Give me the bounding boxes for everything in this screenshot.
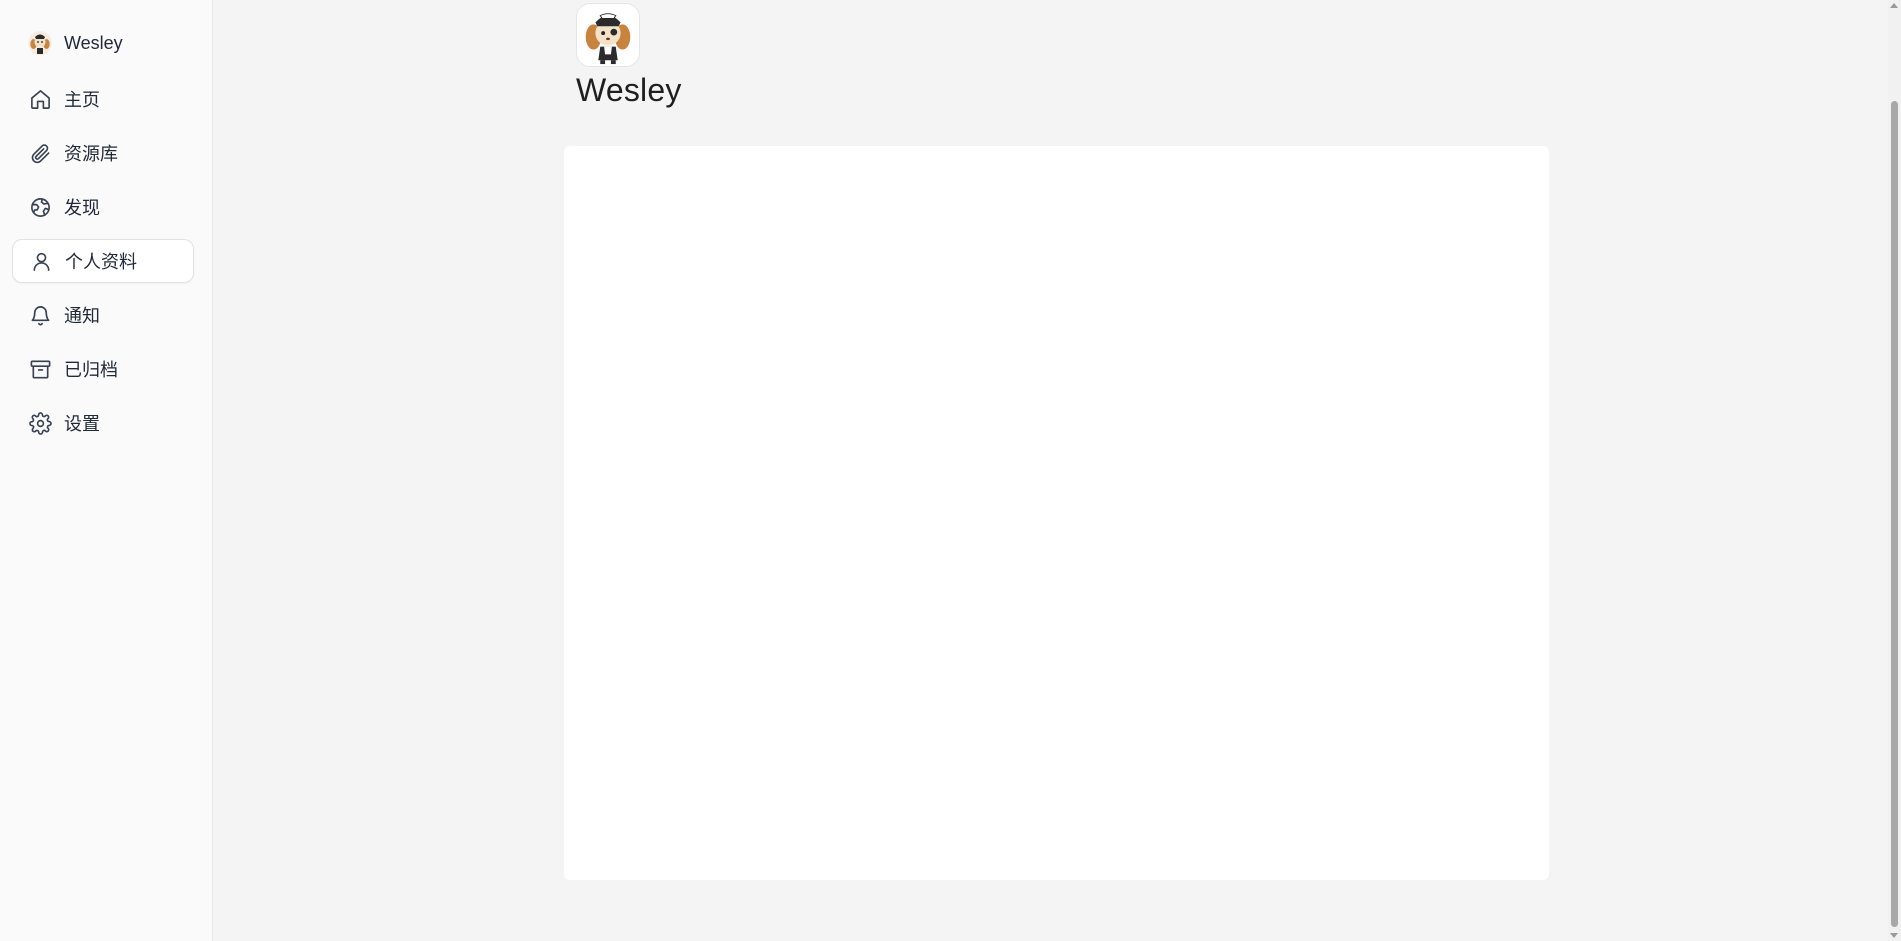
sidebar-item-label: 设置 — [64, 414, 100, 434]
sidebar: Wesley 主页 资源库 发现 个人资料 通知 已归档 设置 — [0, 0, 213, 941]
sidebar-item-discover[interactable]: 发现 — [12, 185, 194, 229]
app-window: Wesley 主页 资源库 发现 个人资料 通知 已归档 设置 Wesley — [0, 0, 1901, 941]
sidebar-item-label: 通知 — [64, 306, 100, 326]
profile-avatar[interactable] — [576, 3, 640, 67]
paperclip-icon — [28, 141, 52, 165]
dog-avatar-icon — [577, 4, 639, 66]
sidebar-item-settings[interactable]: 设置 — [12, 401, 194, 445]
dog-avatar-icon — [28, 31, 52, 55]
globe-icon — [28, 195, 52, 219]
vertical-scrollbar[interactable] — [1888, 0, 1901, 941]
scroll-up-arrow-icon[interactable] — [1890, 3, 1898, 8]
sidebar-item-label: 个人资料 — [65, 252, 137, 272]
sidebar-item-label: 发现 — [64, 198, 100, 218]
sidebar-user-name: Wesley — [64, 32, 123, 53]
sidebar-item-library[interactable]: 资源库 — [12, 131, 194, 175]
user-icon — [29, 249, 53, 273]
bell-icon — [28, 303, 52, 327]
main-content: Wesley — [213, 0, 1888, 941]
sidebar-user[interactable]: Wesley — [12, 21, 194, 65]
sidebar-item-label: 主页 — [64, 90, 100, 110]
profile-content-card — [564, 146, 1549, 880]
sidebar-item-archived[interactable]: 已归档 — [12, 347, 194, 391]
gear-icon — [28, 411, 52, 435]
sidebar-item-notifications[interactable]: 通知 — [12, 293, 194, 337]
profile-name: Wesley — [576, 72, 682, 108]
sidebar-item-home[interactable]: 主页 — [12, 77, 194, 121]
home-icon — [28, 87, 52, 111]
sidebar-item-profile[interactable]: 个人资料 — [12, 239, 194, 283]
sidebar-item-label: 资源库 — [64, 144, 118, 164]
scroll-down-arrow-icon[interactable] — [1890, 933, 1898, 938]
sidebar-item-label: 已归档 — [64, 360, 118, 380]
scrollbar-thumb[interactable] — [1891, 101, 1898, 927]
archive-icon — [28, 357, 52, 381]
